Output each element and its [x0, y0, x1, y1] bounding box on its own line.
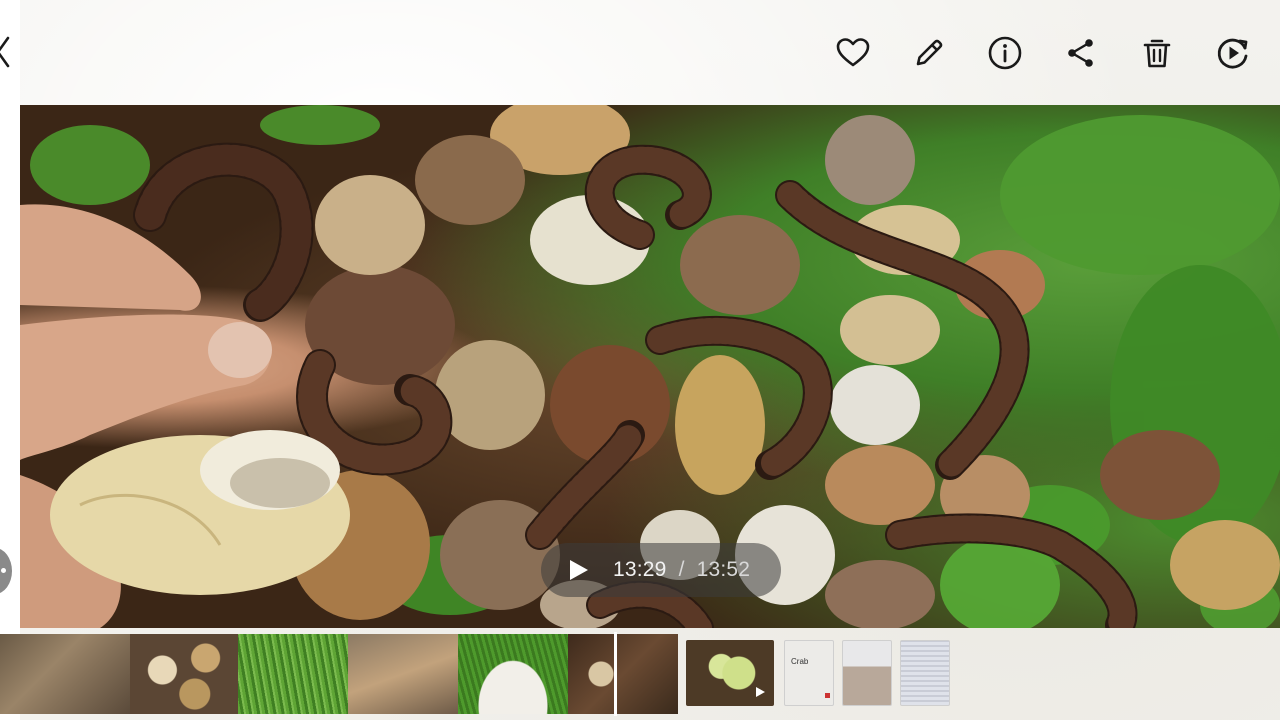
trash-icon: [1143, 39, 1171, 68]
pencil-icon: [916, 39, 943, 66]
video-thumbnail-play-icon: [756, 687, 765, 697]
thumbnail-label: Crab: [791, 657, 809, 666]
filmstrip-frame[interactable]: [0, 634, 130, 714]
filmstrip-frame[interactable]: [568, 634, 678, 714]
filmstrip-frame[interactable]: [130, 634, 238, 714]
gallery-thumbnail[interactable]: [686, 640, 774, 706]
gallery-thumbnail[interactable]: [842, 640, 892, 706]
remaster-button[interactable]: [1210, 30, 1256, 76]
rotate-play-icon: [1217, 38, 1248, 69]
favorite-button[interactable]: [830, 30, 876, 76]
delete-button[interactable]: [1134, 30, 1180, 76]
left-edge: [0, 0, 20, 720]
share-button[interactable]: [1058, 30, 1104, 76]
current-time: 13:29: [613, 558, 667, 581]
filmstrip-frame[interactable]: [238, 634, 348, 714]
total-time: 13:52: [696, 558, 751, 581]
gallery-thumbnail[interactable]: Crab: [784, 640, 834, 706]
heart-icon: [836, 38, 870, 67]
filmstrip-frame[interactable]: [458, 634, 568, 714]
gallery-thumbnail[interactable]: [900, 640, 950, 706]
thumbnail-red-mark: [825, 693, 830, 698]
time-separator: /: [678, 558, 685, 581]
edit-button[interactable]: [906, 30, 952, 76]
info-button[interactable]: [982, 30, 1028, 76]
viewer-toolbar: [830, 30, 1256, 76]
info-icon: [988, 36, 1022, 70]
play-icon[interactable]: [565, 557, 591, 583]
back-chevron-icon[interactable]: [0, 34, 14, 70]
filmstrip-frame[interactable]: [348, 634, 458, 714]
share-icon: [1068, 39, 1093, 67]
filmstrip-playhead[interactable]: [614, 632, 617, 716]
video-playback-controls: 13:29 / 13:52: [541, 543, 781, 597]
video-filmstrip[interactable]: Crab: [0, 632, 1280, 716]
